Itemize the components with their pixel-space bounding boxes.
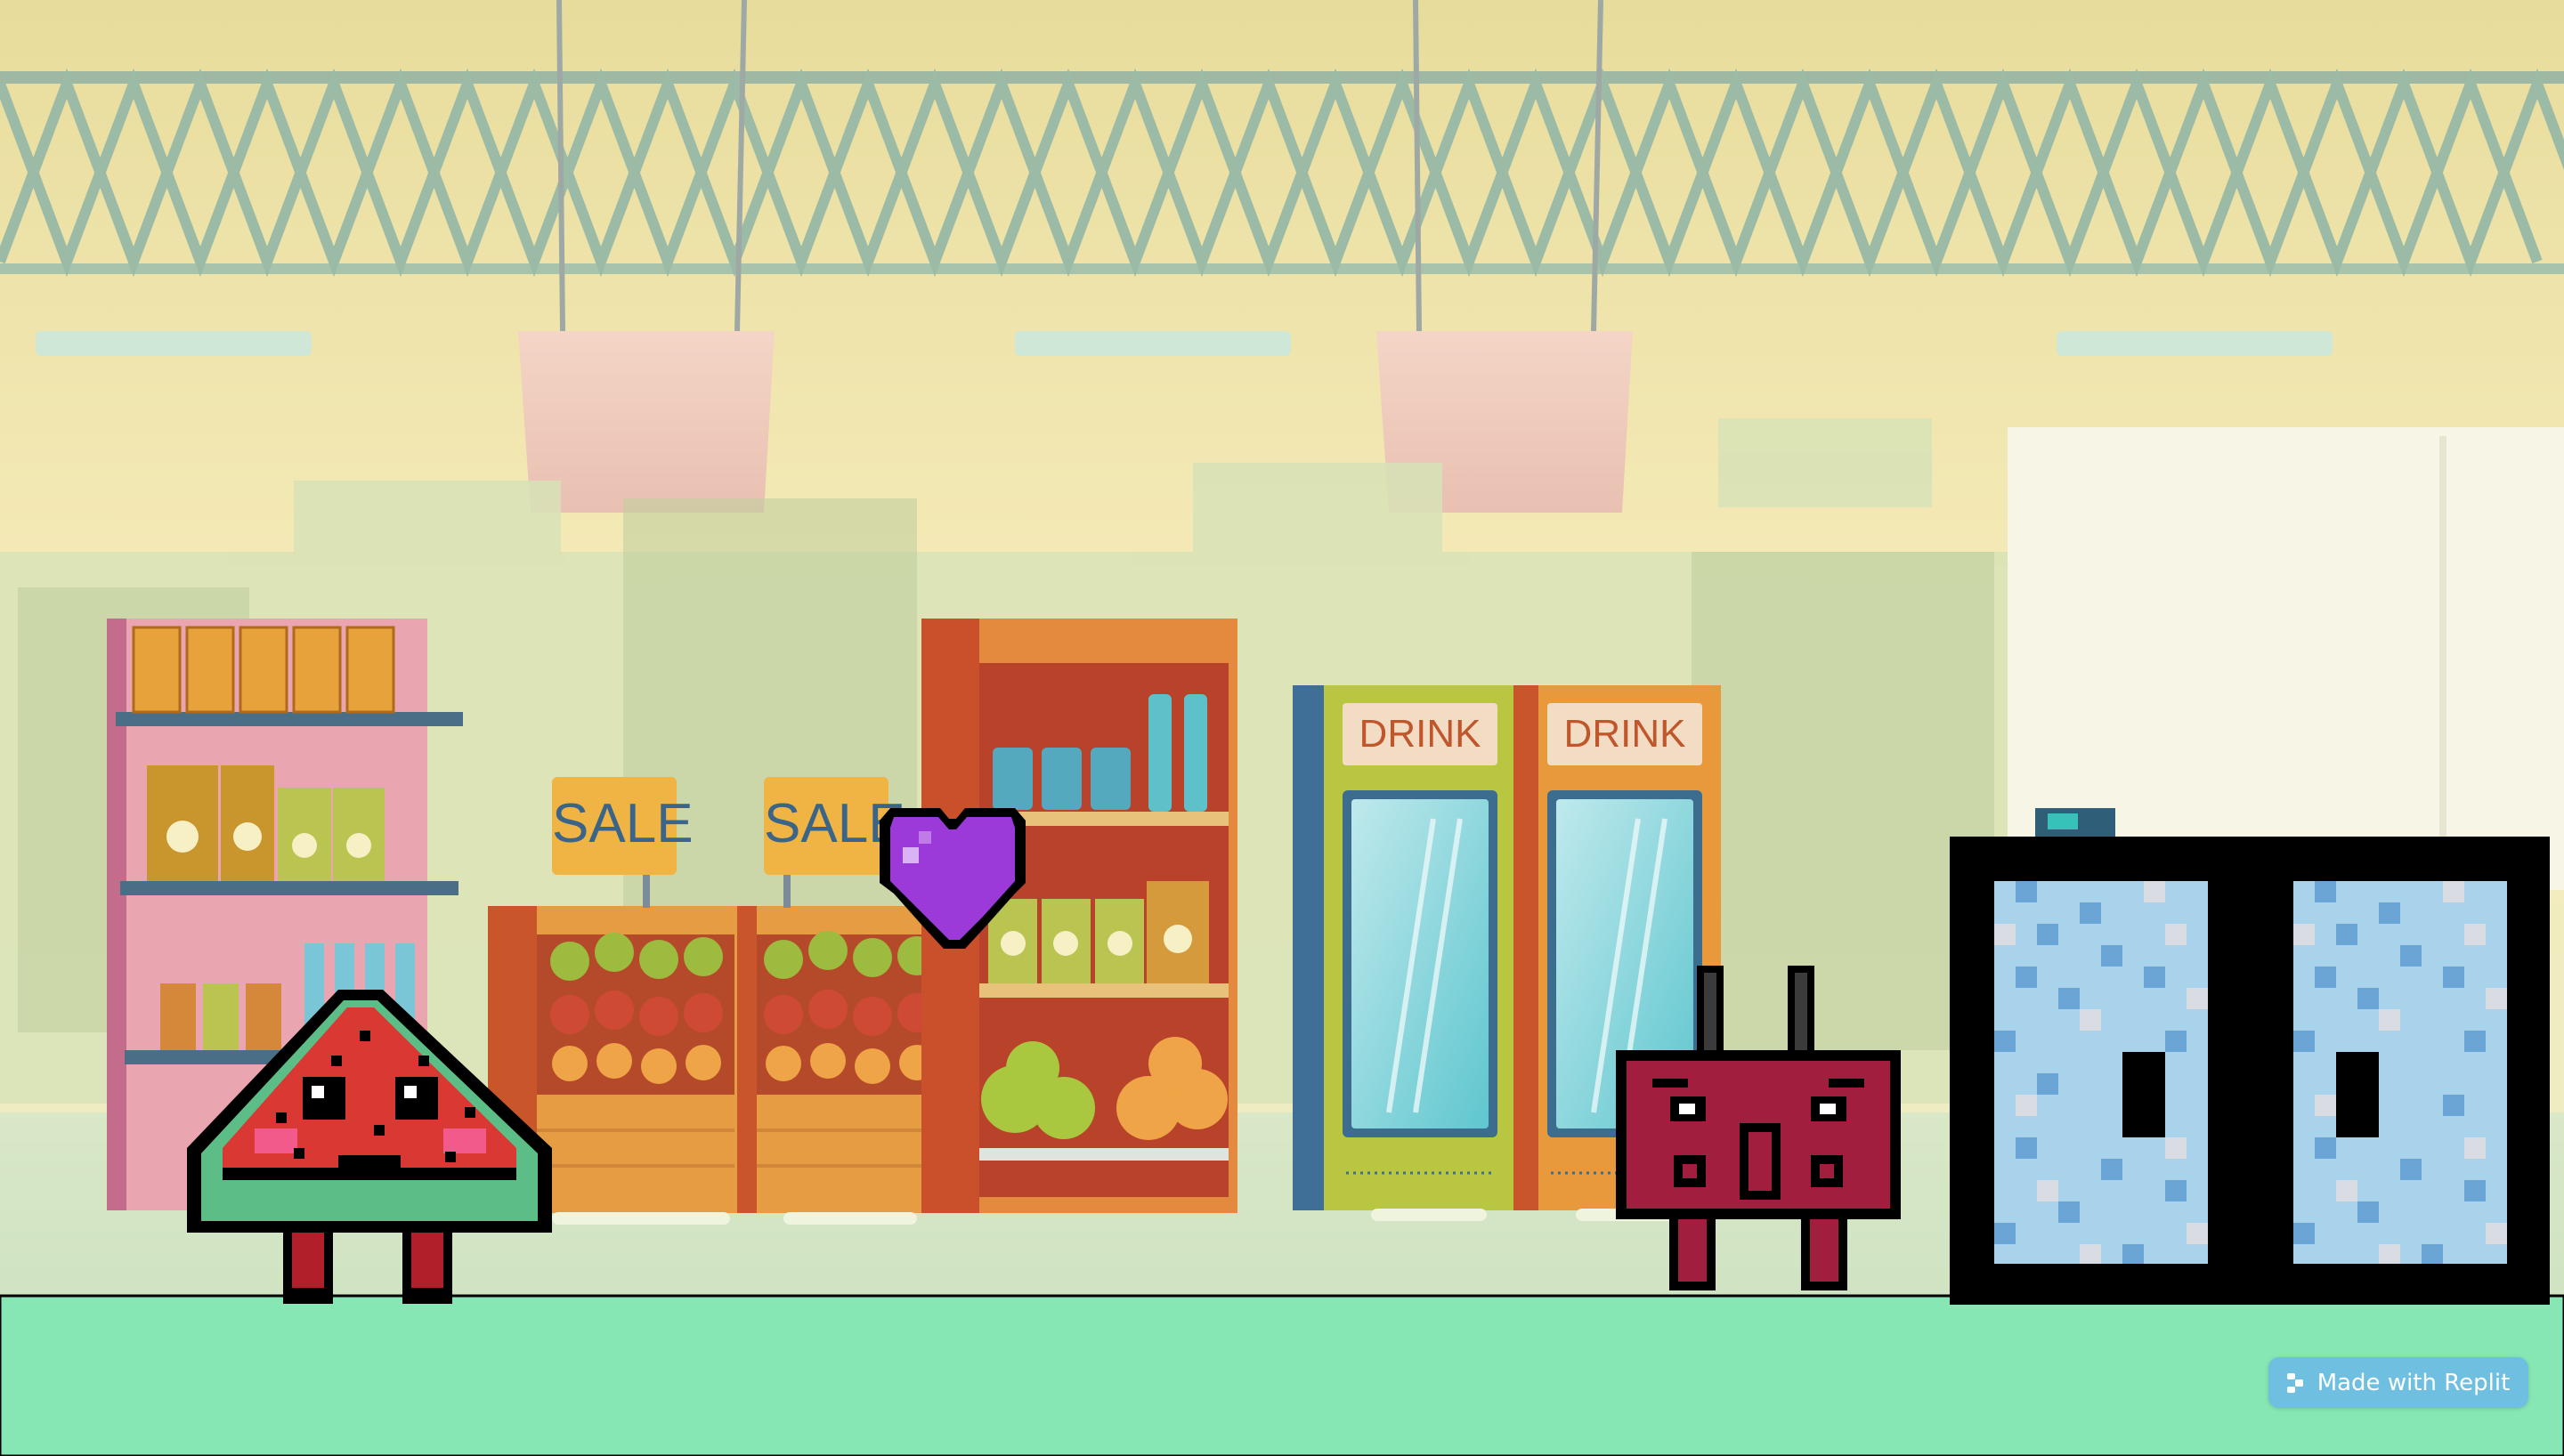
replit-logo-icon [2286, 1372, 2307, 1393]
made-with-replit-badge[interactable]: Made with Replit [2268, 1357, 2528, 1408]
ground-platform [0, 1294, 2564, 1456]
sprite-layer [0, 808, 2564, 1456]
badge-label: Made with Replit [2317, 1369, 2511, 1396]
maroon-rabbit-enemy [1616, 966, 1901, 1290]
purple-heart-pickup [880, 808, 1026, 949]
watermelon-character [187, 990, 552, 1304]
game-scene: SALE SALE DRINK DRINK Made with Replit [0, 0, 2564, 1456]
checkout-counter-block [1950, 808, 2550, 1305]
